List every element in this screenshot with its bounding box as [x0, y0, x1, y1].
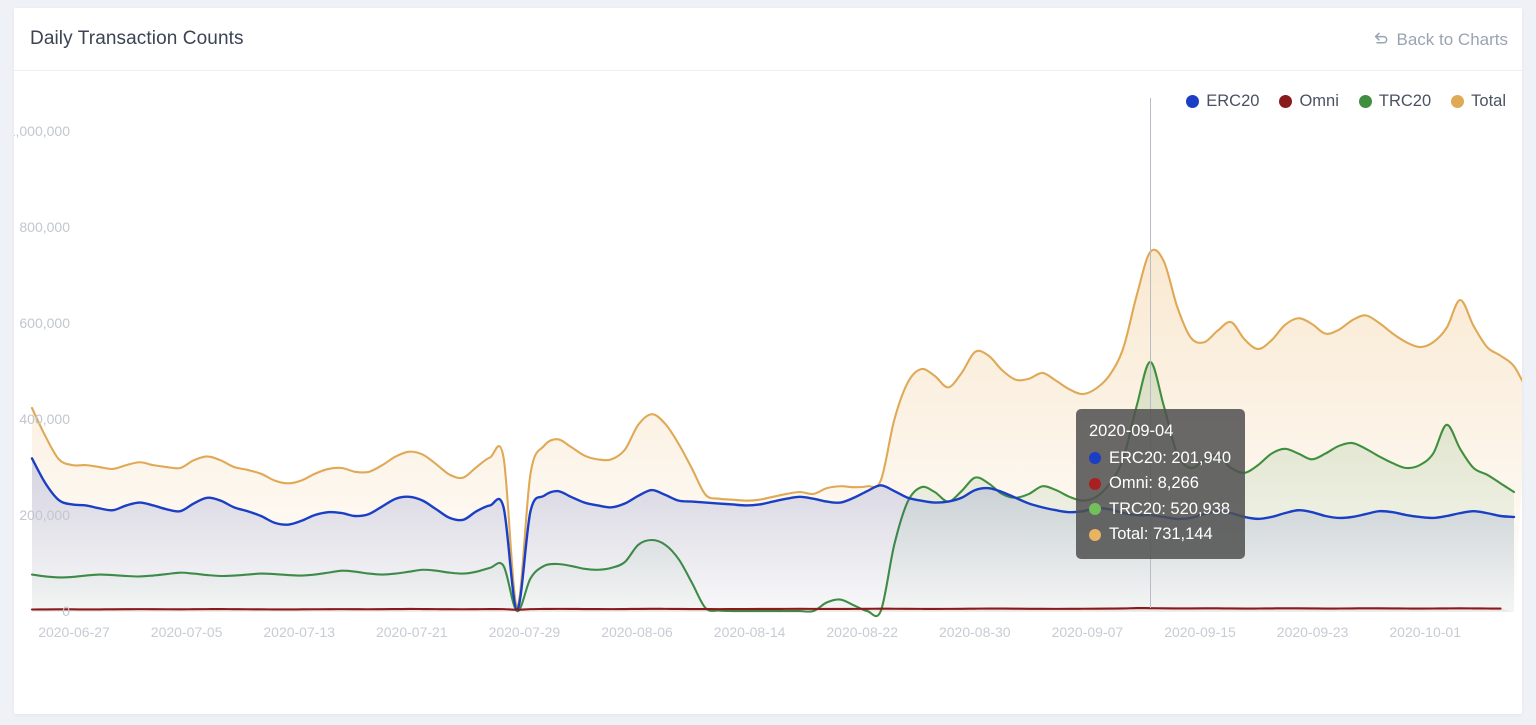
- y-axis-tick-label: 1,000,000: [14, 123, 70, 139]
- legend-item-total[interactable]: Total: [1451, 92, 1506, 111]
- legend-item-erc20[interactable]: ERC20: [1186, 92, 1259, 111]
- chart-card: Daily Transaction Counts Back to Charts …: [14, 8, 1522, 714]
- x-axis-tick-label: 2020-07-29: [488, 624, 561, 640]
- x-axis-tick-label: 2020-08-06: [601, 624, 673, 640]
- x-axis-tick-label: 2020-09-07: [1051, 624, 1124, 640]
- x-axis-tick-label: 2020-07-13: [263, 624, 335, 640]
- legend-dot-icon: [1451, 95, 1465, 108]
- x-axis-tick-label: 2020-09-15: [1164, 624, 1236, 640]
- legend-dot-icon: [1358, 95, 1372, 108]
- legend-item-trc20[interactable]: TRC20: [1358, 92, 1432, 111]
- x-axis-tick-label: 2020-06-27: [38, 624, 110, 640]
- legend-label: ERC20: [1206, 92, 1260, 110]
- back-arrow-icon: [1373, 31, 1390, 50]
- y-axis-tick-label: 0: [62, 603, 70, 619]
- card-header: Daily Transaction Counts Back to Charts: [14, 8, 1522, 71]
- x-axis-tick-label: 2020-08-22: [826, 624, 898, 640]
- plot-area[interactable]: ERC20 Omni TRC20 Total 0 200,000 400,000…: [14, 72, 1522, 714]
- chart-legend: ERC20 Omni TRC20 Total: [1186, 92, 1506, 111]
- x-axis-tick-label: 2020-08-30: [938, 624, 1011, 640]
- axis-pointer-line: [1150, 98, 1152, 608]
- y-axis-tick-label: 600,000: [19, 315, 70, 331]
- chart-canvas: [30, 248, 1522, 618]
- back-to-charts-link[interactable]: Back to Charts: [1373, 30, 1509, 50]
- legend-item-omni[interactable]: Omni: [1279, 92, 1339, 111]
- page-title: Daily Transaction Counts: [30, 28, 244, 49]
- legend-label: Total: [1471, 92, 1506, 110]
- x-axis-tick-label: 2020-07-21: [375, 624, 448, 640]
- legend-dot-icon: [1279, 95, 1293, 108]
- x-axis-tick-label: 2020-07-05: [150, 624, 223, 640]
- y-axis-tick-label: 800,000: [19, 219, 70, 235]
- x-axis-tick-label: 2020-08-14: [713, 624, 786, 640]
- legend-label: TRC20: [1378, 92, 1432, 110]
- back-to-charts-label: Back to Charts: [1396, 30, 1509, 49]
- legend-label: Omni: [1299, 92, 1339, 110]
- x-axis-tick-label: 2020-10-01: [1389, 624, 1461, 640]
- y-axis-tick-label: 400,000: [19, 411, 70, 427]
- legend-dot-icon: [1186, 95, 1200, 108]
- y-axis-tick-label: 200,000: [19, 507, 70, 523]
- x-axis-tick-label: 2020-09-23: [1276, 624, 1349, 640]
